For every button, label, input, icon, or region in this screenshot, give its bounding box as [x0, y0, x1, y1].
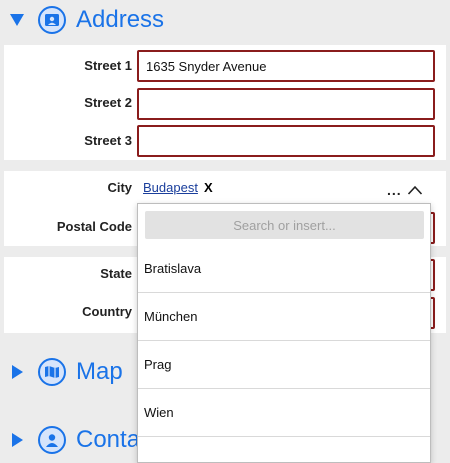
city-clear-button[interactable]: X — [204, 180, 213, 195]
expand-right-icon[interactable] — [12, 365, 23, 379]
section-header-address[interactable]: Address — [0, 0, 450, 40]
section-title-map: Map — [76, 358, 123, 385]
country-label: Country — [82, 304, 132, 319]
street2-label: Street 2 — [84, 95, 132, 110]
city-dropdown: Bratislava München Prag Wien — [137, 203, 431, 463]
section-title-contact: Conta — [76, 426, 141, 453]
expand-down-icon[interactable] — [10, 14, 24, 26]
city-search-input[interactable] — [145, 211, 424, 239]
street3-label: Street 3 — [84, 133, 132, 148]
city-value-link[interactable]: Budapest — [143, 180, 198, 195]
city-option[interactable]: Prag — [138, 341, 430, 389]
person-icon — [38, 426, 66, 454]
map-icon — [38, 358, 66, 386]
street3-input[interactable] — [137, 125, 435, 157]
city-option[interactable]: Wien — [138, 389, 430, 437]
city-more-button[interactable]: ... — [387, 182, 402, 198]
street1-label: Street 1 — [84, 58, 132, 73]
state-label: State — [100, 266, 132, 281]
chevron-up-icon[interactable] — [407, 182, 423, 200]
postal-code-label: Postal Code — [56, 219, 132, 234]
street2-input[interactable] — [137, 88, 435, 120]
section-title-address: Address — [76, 6, 165, 33]
city-label: City — [107, 180, 132, 195]
street1-input[interactable] — [137, 50, 435, 82]
contact-card-icon — [38, 6, 66, 34]
city-option[interactable]: Bratislava — [138, 245, 430, 293]
expand-right-icon[interactable] — [12, 433, 23, 447]
city-option[interactable]: München — [138, 293, 430, 341]
